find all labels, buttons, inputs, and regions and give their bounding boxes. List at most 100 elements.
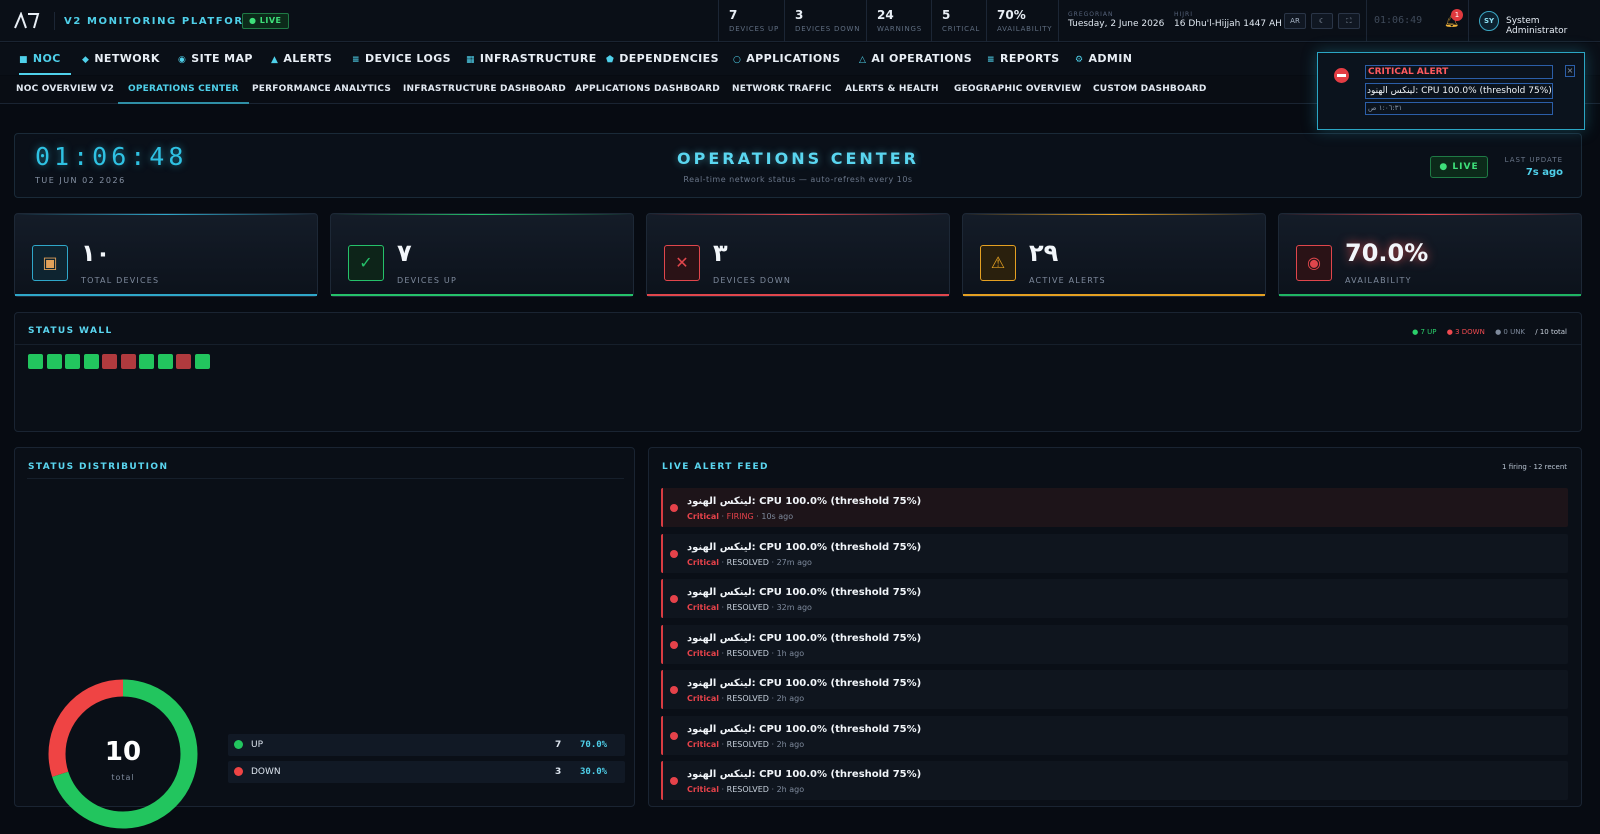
alert-row[interactable]: لينكس الهنود: CPU 100.0% (threshold 75%)… [661,670,1568,709]
separator: · [719,557,727,567]
status-tile-down[interactable] [120,354,136,369]
nav-item-device-logs[interactable]: ≡ DEVICE LOGS [352,43,451,75]
status-wall-panel: STATUS WALL ● 7 UP ● 3 DOWN ● 0 UNK / 10… [14,312,1582,432]
user-name[interactable]: System Administrator [1506,16,1600,36]
severity-dot [670,731,678,740]
nav-item-admin[interactable]: ⚙ ADMIN [1075,43,1132,75]
row-count: 7 [555,740,562,750]
tab-noc-overview-v2[interactable]: NOC OVERVIEW V2 [16,76,114,104]
check-icon: ✓ [348,245,384,281]
status-tile-up[interactable] [65,354,80,369]
language-toggle-button[interactable]: AR [1284,13,1306,29]
status-tile-down[interactable] [102,354,117,369]
tab-custom-dashboard[interactable]: CUSTOM DASHBOARD [1093,76,1207,104]
row-name: DOWN [251,767,281,777]
tab-infrastructure-dashboard[interactable]: INFRASTRUCTURE DASHBOARD [403,76,566,104]
alert-message: لينكس الهنود: CPU 100.0% (threshold 75%) [687,587,922,598]
moon-icon[interactable]: ☾ [1311,13,1333,29]
page-subtitle: Real-time network status — auto-refresh … [683,175,913,184]
separator: · [768,557,777,567]
alert-message: لينكس الهنود: CPU 100.0% (threshold 75%) [687,632,922,644]
kpi-availability: ◉ 70.0% AVAILABILITY [1278,213,1582,297]
kpi-total-devices: ▣ ١٠ TOTAL DEVICES [14,213,318,297]
kpi-devices-down: ✕ ٣ DEVICES DOWN [646,213,950,297]
separator: · [768,785,777,794]
row-count: 3 [555,767,562,777]
tab-alerts-health[interactable]: ALERTS & HEALTH [845,76,939,104]
critical-alert-toast[interactable]: CRITICAL ALERT لينكس الهنود: CPU 100.0% … [1317,52,1585,130]
tab-network-traffic[interactable]: NETWORK TRAFFIC [732,76,832,104]
fullscreen-icon[interactable]: ⛶ [1338,13,1360,29]
divider [1366,0,1367,42]
nav-item-alerts[interactable]: ▲ ALERTS [271,43,332,75]
target-icon: ◉ [1296,245,1332,281]
nav-item-label: AI OPERATIONS [871,52,973,65]
nav-item-site-map[interactable]: ◉ SITE MAP [178,43,253,75]
status-tile-up[interactable] [83,354,99,369]
status-tile-up[interactable] [46,354,62,369]
close-icon[interactable]: × [1565,65,1575,77]
tab-performance-analytics[interactable]: PERFORMANCE ANALYTICS [252,76,391,104]
alert-row[interactable]: لينكس الهنود: CPU 100.0% (threshold 75%)… [661,624,1568,664]
nav-item-network[interactable]: ◆ NETWORK [82,43,160,75]
status-tile-up[interactable] [194,354,210,369]
card-accent-line [15,294,317,296]
stat-value: 7 [729,8,738,22]
live-badge: ● LIVE [1430,156,1488,178]
alert-severity: Critical [687,512,720,521]
status-dot [234,767,243,776]
separator: · [768,603,777,612]
kpi-value: ٧ [397,239,412,267]
alert-time: 2h ago [776,785,805,794]
alert-time: 1h ago [776,648,805,658]
toast-title: CRITICAL ALERT [1365,65,1553,79]
nav-item-infrastructure[interactable]: ▦ INFRASTRUCTURE [466,43,597,75]
hijri-label: HIJRI [1174,11,1193,18]
divider [15,344,1581,345]
separator: · [719,648,727,658]
severity-dot [670,777,678,785]
status-tile-up[interactable] [28,354,43,369]
nav-item-dependencies[interactable]: ⬟ DEPENDENCIES [606,43,719,75]
card-accent-line [331,294,633,296]
x-icon: ✕ [664,245,700,281]
card-accent-line [1279,294,1581,296]
kpi-label: DEVICES DOWN [713,276,792,285]
nav-item-applications[interactable]: ○ APPLICATIONS [733,43,841,75]
tab-applications-dashboard[interactable]: APPLICATIONS DASHBOARD [575,76,720,104]
row-percent: 30.0% [580,767,608,777]
status-tile-up[interactable] [139,354,154,369]
square-icon: ■ [19,55,28,65]
stat-critical: 5 Critical [931,0,986,42]
alert-time: 32m ago [776,603,812,612]
nav-item-ai-operations[interactable]: △ AI OPERATIONS [859,43,972,75]
nav-item-label: REPORTS [999,52,1060,65]
status-tile-down[interactable] [176,354,191,369]
status-tile-up[interactable] [157,354,173,369]
alert-row[interactable]: لينكس الهنود: CPU 100.0% (threshold 75%)… [661,488,1568,527]
nav-item-noc[interactable]: ■ NOC [19,43,71,75]
nav-item-reports[interactable]: ≡ REPORTS [987,43,1060,75]
card-top-line [15,214,317,215]
alert-row[interactable]: لينكس الهنود: CPU 100.0% (threshold 75%)… [661,761,1568,800]
alert-meta: Critical · RESOLVED · 2h ago [687,785,804,794]
divider [54,12,55,30]
alert-message: لينكس الهنود: CPU 100.0% (threshold 75%) [687,769,922,780]
severity-dot [670,504,678,512]
tab-geographic-overview[interactable]: GEOGRAPHIC OVERVIEW [954,76,1081,104]
row-percent: 70.0% [580,740,608,750]
tab-operations-center[interactable]: OPERATIONS CENTER [118,76,249,104]
alert-row[interactable]: لينكس الهنود: CPU 100.0% (threshold 75%)… [661,533,1568,573]
avatar[interactable]: SY [1479,11,1499,31]
alert-row[interactable]: لينكس الهنود: CPU 100.0% (threshold 75%)… [661,715,1568,755]
status-distribution-panel: STATUS DISTRIBUTION 10 total UP 7 70.0% … [14,447,635,829]
legend-total: / 10 total [1535,328,1567,336]
separator: · [768,739,777,749]
operations-header: 01:06:48 TUE JUN 02 2026 OPERATIONS CENT… [14,133,1582,198]
card-top-line [1279,214,1581,215]
gear-icon: ⚙ [1075,55,1084,65]
alert-row[interactable]: لينكس الهنود: CPU 100.0% (threshold 75%)… [661,579,1568,618]
alert-meta: Critical · FIRING · 10s ago [687,512,793,521]
kpi-label: TOTAL DEVICES [81,276,160,285]
kpi-label: DEVICES UP [397,276,457,285]
